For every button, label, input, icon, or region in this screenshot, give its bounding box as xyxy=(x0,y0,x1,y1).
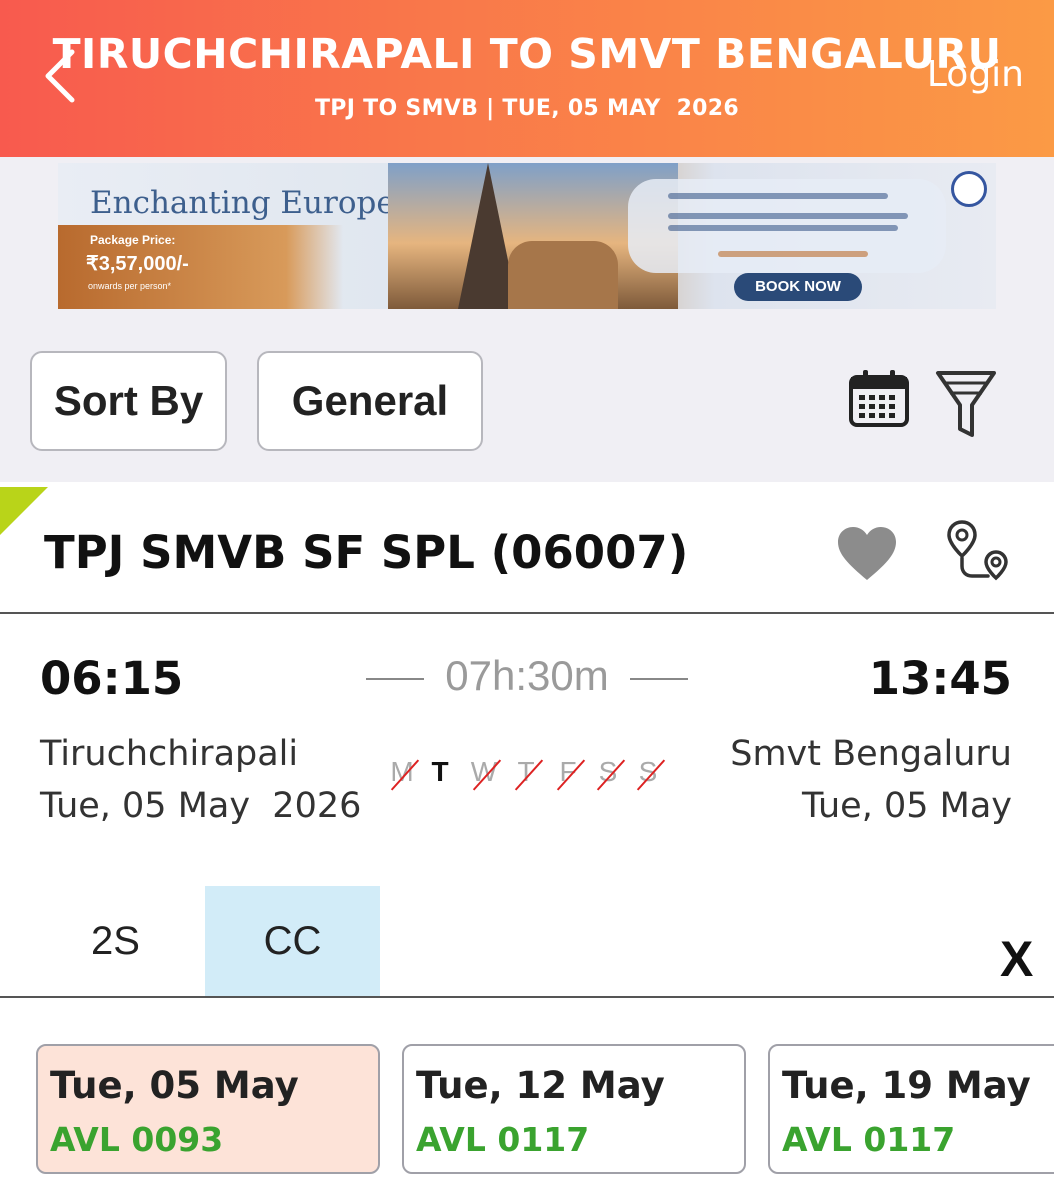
train-name: TPJ SMVB SF SPL (06007) xyxy=(44,526,689,579)
availability-status: AVL 0117 xyxy=(416,1120,590,1159)
duration-label: 07h:30m xyxy=(445,652,609,699)
route-button[interactable] xyxy=(944,518,1014,588)
day-tuesday: T xyxy=(431,756,449,787)
arrival-station: Smvt Bengaluru xyxy=(730,734,1012,774)
ad-book-now-button[interactable]: BOOK NOW xyxy=(734,273,862,301)
arrival-time: 13:45 xyxy=(868,652,1012,705)
quota-general-button[interactable]: General xyxy=(257,351,483,451)
availability-card[interactable]: Tue, 05 May AVL 0093 xyxy=(36,1044,380,1174)
day-wednesday: W xyxy=(467,756,501,788)
availability-date: Tue, 19 May xyxy=(782,1064,1031,1107)
availability-date: Tue, 12 May xyxy=(416,1064,665,1107)
availability-card[interactable]: Tue, 12 May AVL 0117 xyxy=(402,1044,746,1174)
departure-station: Tiruchchirapali xyxy=(40,734,299,774)
calendar-icon xyxy=(849,370,909,427)
duration-line-right xyxy=(630,678,688,680)
running-days: M T W T F S S xyxy=(385,756,675,796)
page-title: TIRUCHCHIRAPALI TO SMVT BENGALURU xyxy=(52,30,1002,78)
ad-banner[interactable]: Enchanting Europe Package Price: ₹3,57,0… xyxy=(58,163,996,309)
ad-title: Enchanting Europe xyxy=(90,185,395,221)
journey-duration: 07h:30m xyxy=(366,650,688,706)
favorite-button[interactable] xyxy=(836,526,898,582)
class-tabs-divider xyxy=(0,996,1054,998)
ad-price-label: Package Price: xyxy=(90,233,176,247)
day-friday: F xyxy=(551,756,585,788)
close-button[interactable]: X xyxy=(1000,930,1033,988)
ad-price: ₹3,57,000/- xyxy=(86,253,189,275)
availability-date: Tue, 05 May xyxy=(50,1064,299,1107)
calendar-button[interactable] xyxy=(848,367,910,429)
ad-price-note: onwards per person* xyxy=(88,281,172,291)
availability-card[interactable]: Tue, 19 May AVL 0117 xyxy=(768,1044,1054,1174)
sort-by-button[interactable]: Sort By xyxy=(30,351,227,451)
class-tab-cc[interactable]: CC xyxy=(205,886,380,996)
route-icon xyxy=(947,520,1008,581)
irctc-logo-icon xyxy=(951,171,987,207)
day-saturday: S xyxy=(591,756,625,788)
login-link[interactable]: Login xyxy=(927,54,1024,95)
departure-date: Tue, 05 May 2026 xyxy=(40,786,362,826)
ad-area: Enchanting Europe Package Price: ₹3,57,0… xyxy=(0,157,1054,482)
day-sunday: S xyxy=(631,756,665,788)
ad-info-box xyxy=(628,179,946,273)
heart-icon xyxy=(838,527,896,580)
train-tag-marker xyxy=(0,487,48,535)
ad-price-box: Package Price: ₹3,57,000/- onwards per p… xyxy=(58,225,343,309)
availability-status: AVL 0093 xyxy=(50,1120,224,1159)
day-thursday: T xyxy=(509,756,543,788)
colosseum-image xyxy=(508,241,618,309)
card-header-divider xyxy=(0,612,1054,614)
departure-time: 06:15 xyxy=(40,652,184,705)
app-header: TIRUCHCHIRAPALI TO SMVT BENGALURU TPJ TO… xyxy=(0,0,1054,157)
page-subtitle: TPJ TO SMVB | TUE, 05 MAY 2026 xyxy=(314,96,739,121)
filter-button[interactable] xyxy=(934,369,998,441)
arrival-date: Tue, 05 May xyxy=(801,786,1012,826)
availability-status: AVL 0117 xyxy=(782,1120,956,1159)
filter-icon xyxy=(936,371,996,437)
class-tab-2s[interactable]: 2S xyxy=(28,886,203,996)
day-monday: M xyxy=(385,756,419,788)
